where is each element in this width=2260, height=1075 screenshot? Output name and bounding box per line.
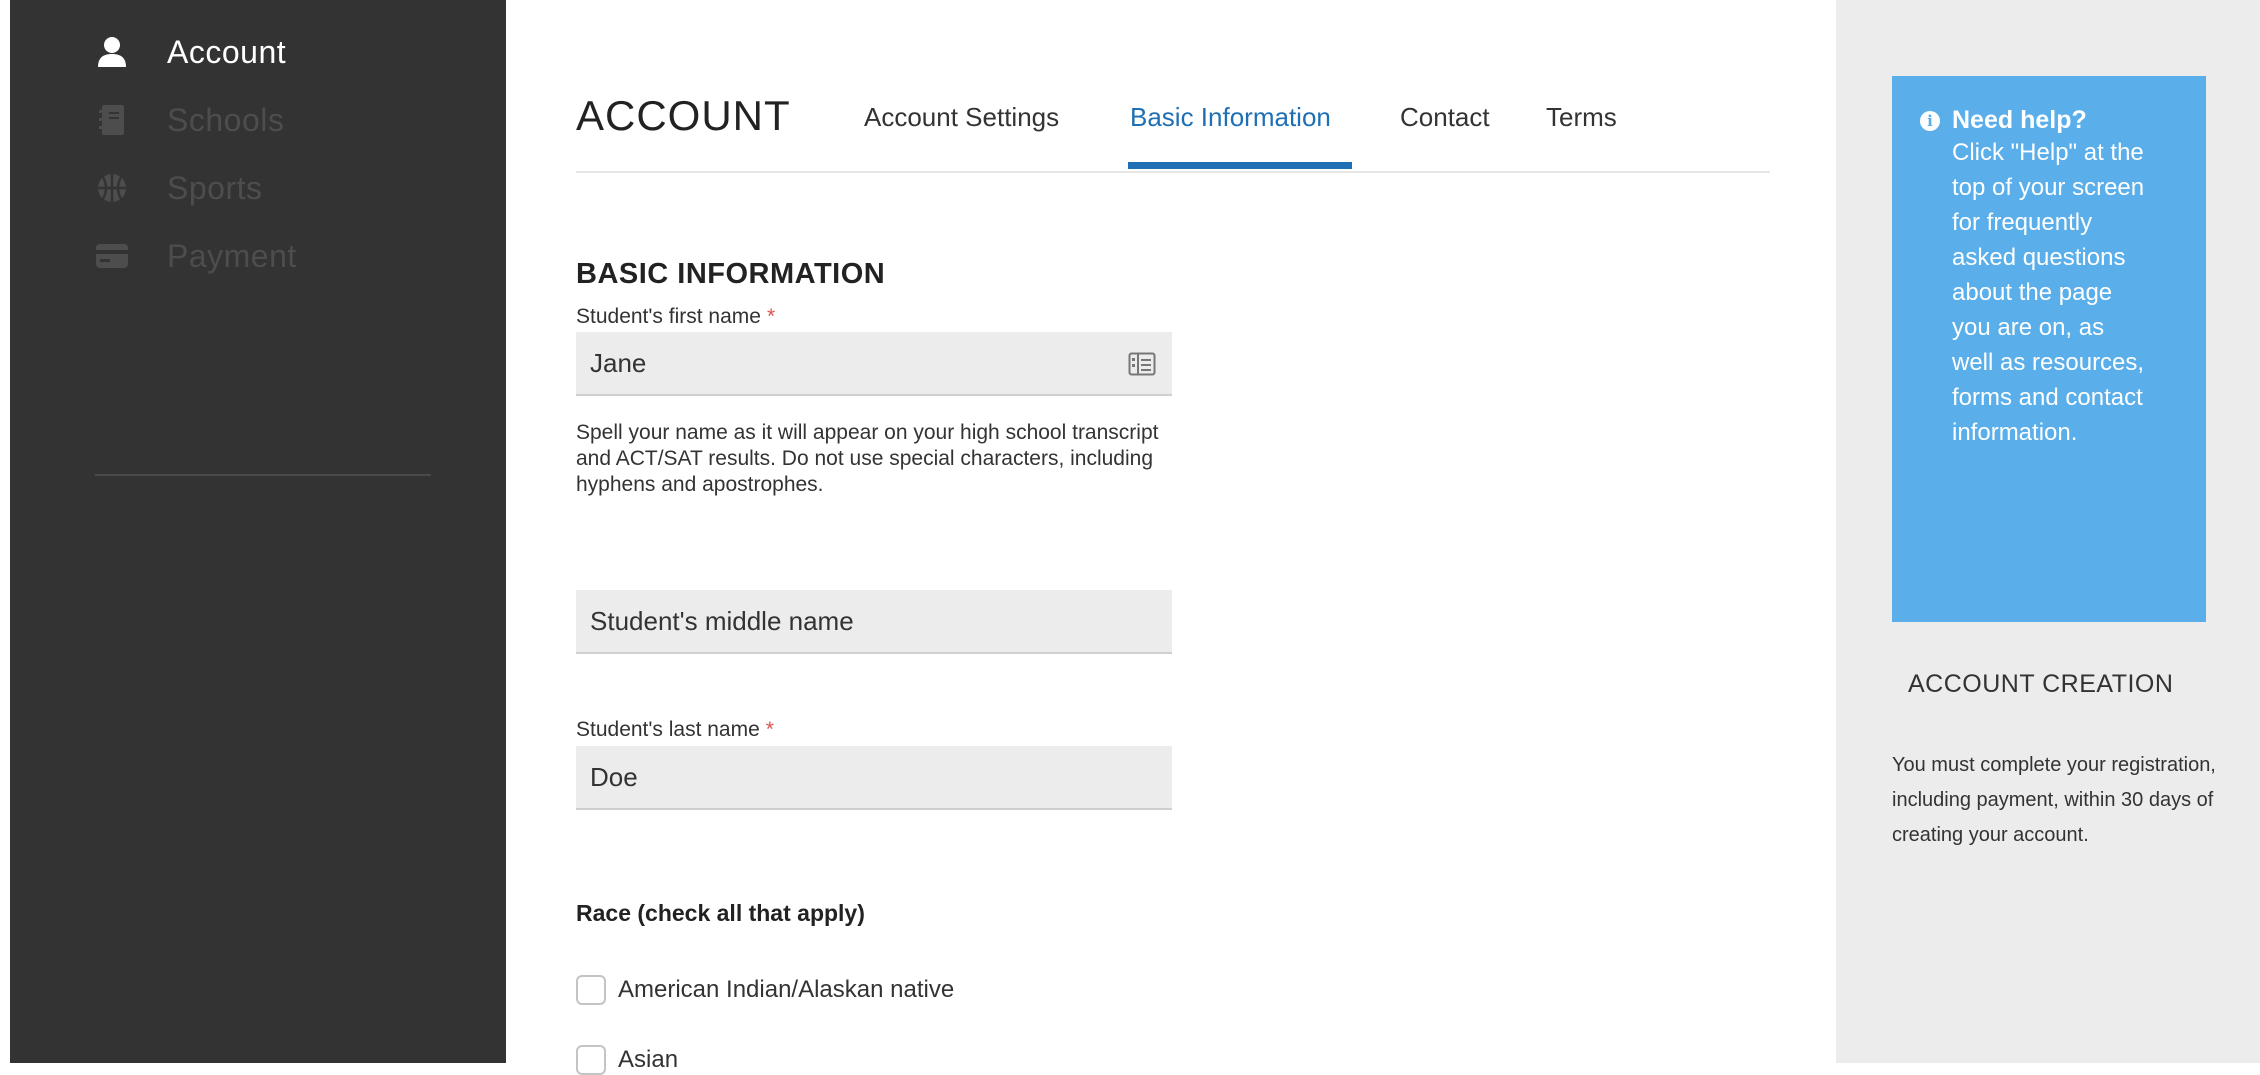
contact-card-icon[interactable] (1128, 352, 1156, 376)
sidebar-divider (95, 474, 431, 476)
last-name-label-text: Student's last name (576, 718, 760, 741)
credit-card-icon (95, 239, 129, 273)
header-divider (576, 171, 1770, 173)
last-name-input[interactable] (576, 746, 1172, 810)
race-heading: Race (check all that apply) (576, 900, 865, 926)
first-name-label-text: Student's first name (576, 305, 761, 328)
required-marker: * (766, 305, 776, 328)
main-content: ACCOUNT Account Settings Basic Informati… (506, 0, 1836, 1075)
help-body: Click "Help" at the top of your screen f… (1952, 139, 2145, 446)
tab-basic-information[interactable]: Basic Information (1130, 102, 1331, 133)
user-icon (95, 35, 129, 69)
sidebar-item-label: Sports (167, 169, 263, 206)
sidebar-item-label: Payment (167, 237, 297, 274)
tab-terms[interactable]: Terms (1546, 102, 1617, 133)
notebook-icon (95, 103, 129, 137)
sidebar-item-label: Schools (167, 101, 285, 138)
section-title: BASIC INFORMATION (576, 258, 886, 290)
sidebar-item-schools[interactable]: Schools (95, 95, 284, 145)
checkbox[interactable] (576, 975, 606, 1005)
account-creation-text: You must complete your registration, inc… (1892, 754, 2216, 846)
right-panel: i Need help? Click "Help" at the top of … (1836, 0, 2260, 1063)
account-creation-heading: ACCOUNT CREATION (1908, 670, 2174, 698)
page-title: ACCOUNT (576, 92, 791, 139)
checkbox-label: Asian (618, 1046, 679, 1073)
info-icon: i (1920, 110, 1940, 131)
help-box: i Need help? Click "Help" at the top of … (1892, 76, 2206, 622)
sidebar-item-label: Account (167, 33, 287, 70)
first-name-help-text: Spell your name as it will appear on you… (576, 421, 1159, 496)
active-tab-indicator (1128, 162, 1352, 169)
sidebar: Account Schools Sports Payment (10, 0, 506, 1063)
tab-account-settings[interactable]: Account Settings (864, 102, 1059, 133)
first-name-input[interactable] (576, 332, 1172, 396)
help-title: Need help? (1952, 106, 2087, 134)
race-option-asian[interactable]: Asian (576, 1045, 678, 1075)
first-name-label: Student's first name * (576, 305, 775, 329)
last-name-label: Student's last name * (576, 718, 774, 742)
race-option-american-indian[interactable]: American Indian/Alaskan native (576, 975, 954, 1005)
sidebar-item-sports[interactable]: Sports (95, 163, 262, 213)
middle-name-input[interactable] (576, 590, 1172, 654)
help-title-row: i Need help? (1920, 106, 2186, 135)
tab-contact[interactable]: Contact (1400, 102, 1490, 133)
sidebar-item-account[interactable]: Account (95, 27, 286, 77)
required-marker: * (765, 718, 774, 741)
checkbox-label: American Indian/Alaskan native (618, 976, 955, 1003)
basketball-icon (95, 171, 129, 205)
checkbox[interactable] (576, 1045, 606, 1075)
sidebar-item-payment[interactable]: Payment (95, 231, 297, 281)
